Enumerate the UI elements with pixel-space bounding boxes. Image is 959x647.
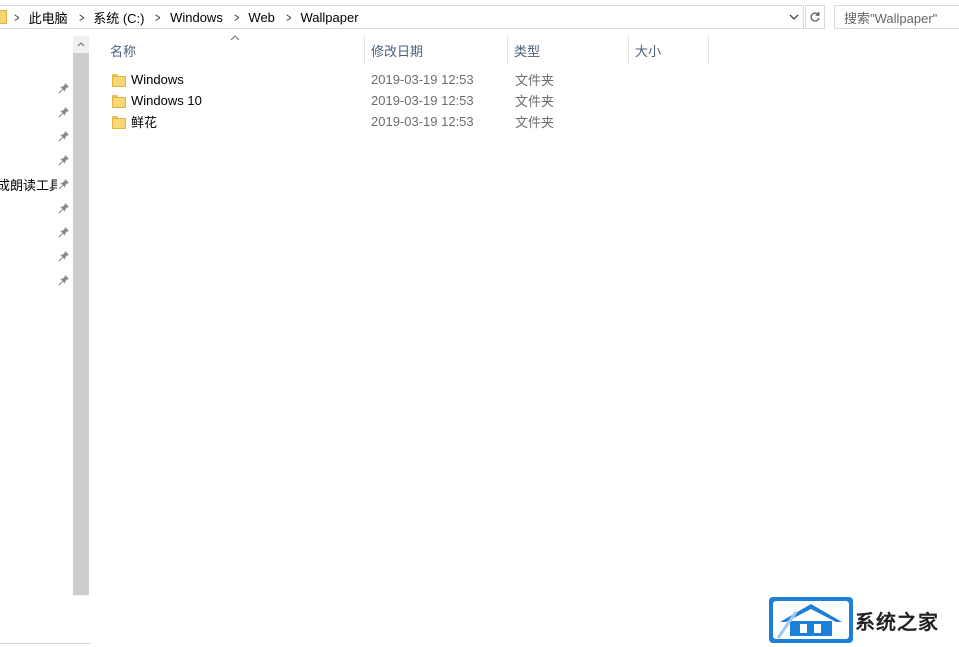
nav-item[interactable] <box>0 124 73 148</box>
watermark-logo: 系统之家 <box>766 592 959 647</box>
column-header-name[interactable]: 名称 <box>104 36 365 64</box>
nav-item[interactable] <box>0 76 73 100</box>
pin-icon <box>58 179 69 190</box>
refresh-icon <box>810 12 820 22</box>
file-name: Windows 10 <box>131 93 202 108</box>
nav-item[interactable] <box>0 268 73 292</box>
folder-icon <box>112 73 126 87</box>
file-name: Windows <box>131 72 184 87</box>
pin-icon <box>58 155 69 166</box>
refresh-button[interactable] <box>805 5 825 29</box>
file-row[interactable]: 鲜花 2019-03-19 12:53 文件夹 <box>104 111 604 132</box>
scroll-up-arrow-icon[interactable] <box>73 36 89 53</box>
nav-item[interactable] <box>0 148 73 172</box>
file-date: 2019-03-19 12:53 <box>371 72 474 87</box>
search-input[interactable]: 搜索"Wallpaper" <box>834 5 959 29</box>
scrollbar-thumb[interactable] <box>73 53 89 595</box>
chevron-right-icon[interactable]: > <box>286 10 291 25</box>
pin-icon <box>58 251 69 262</box>
file-row[interactable]: Windows 2019-03-19 12:53 文件夹 <box>104 69 604 90</box>
folder-icon <box>0 10 7 24</box>
file-type: 文件夹 <box>515 73 555 88</box>
navigation-pane: 成朗读工具\ <box>0 36 73 647</box>
nav-item[interactable] <box>0 220 73 244</box>
file-type: 文件夹 <box>515 115 555 130</box>
file-type: 文件夹 <box>515 94 555 109</box>
divider <box>0 643 90 644</box>
chevron-right-icon[interactable]: > <box>79 10 84 25</box>
file-explorer-window: > 此电脑 > 系统 (C:) > Windows > Web > Wallpa… <box>0 0 959 647</box>
file-date: 2019-03-19 12:53 <box>371 93 474 108</box>
house-logo-icon <box>769 597 853 643</box>
pin-icon <box>58 107 69 118</box>
nav-item[interactable] <box>0 100 73 124</box>
chevron-right-icon[interactable]: > <box>156 10 161 25</box>
column-header-size[interactable]: 大小 <box>629 36 709 64</box>
address-bar[interactable]: > 此电脑 > 系统 (C:) > Windows > Web > Wallpa… <box>0 5 804 29</box>
pin-icon <box>58 275 69 286</box>
nav-scrollbar[interactable] <box>73 36 89 596</box>
nav-item[interactable] <box>0 196 73 220</box>
pin-icon <box>58 203 69 214</box>
pin-icon <box>58 83 69 94</box>
nav-item-label: 成朗读工具\ <box>0 178 57 193</box>
file-date: 2019-03-19 12:53 <box>371 114 474 129</box>
nav-item[interactable] <box>0 244 73 268</box>
folder-icon <box>112 94 126 108</box>
breadcrumb-system-c[interactable]: 系统 (C:) <box>93 8 144 27</box>
breadcrumb-wallpaper[interactable]: Wallpaper <box>301 10 359 25</box>
breadcrumb-web[interactable]: Web <box>248 10 275 25</box>
file-row[interactable]: Windows 10 2019-03-19 12:53 文件夹 <box>104 90 604 111</box>
file-name: 鲜花 <box>131 115 158 130</box>
folder-icon <box>112 115 126 129</box>
chevron-down-icon[interactable] <box>787 9 801 25</box>
chevron-right-icon[interactable]: > <box>14 10 19 25</box>
pin-icon <box>58 227 69 238</box>
column-header-type[interactable]: 类型 <box>508 36 629 64</box>
chevron-right-icon[interactable]: > <box>234 10 239 25</box>
pin-icon <box>58 131 69 142</box>
breadcrumb-this-pc[interactable]: 此电脑 <box>29 8 68 27</box>
column-header-date[interactable]: 修改日期 <box>365 36 508 64</box>
watermark-text: 系统之家 <box>855 610 939 634</box>
breadcrumb-windows[interactable]: Windows <box>170 10 223 25</box>
nav-item[interactable]: 成朗读工具\ <box>0 172 73 196</box>
